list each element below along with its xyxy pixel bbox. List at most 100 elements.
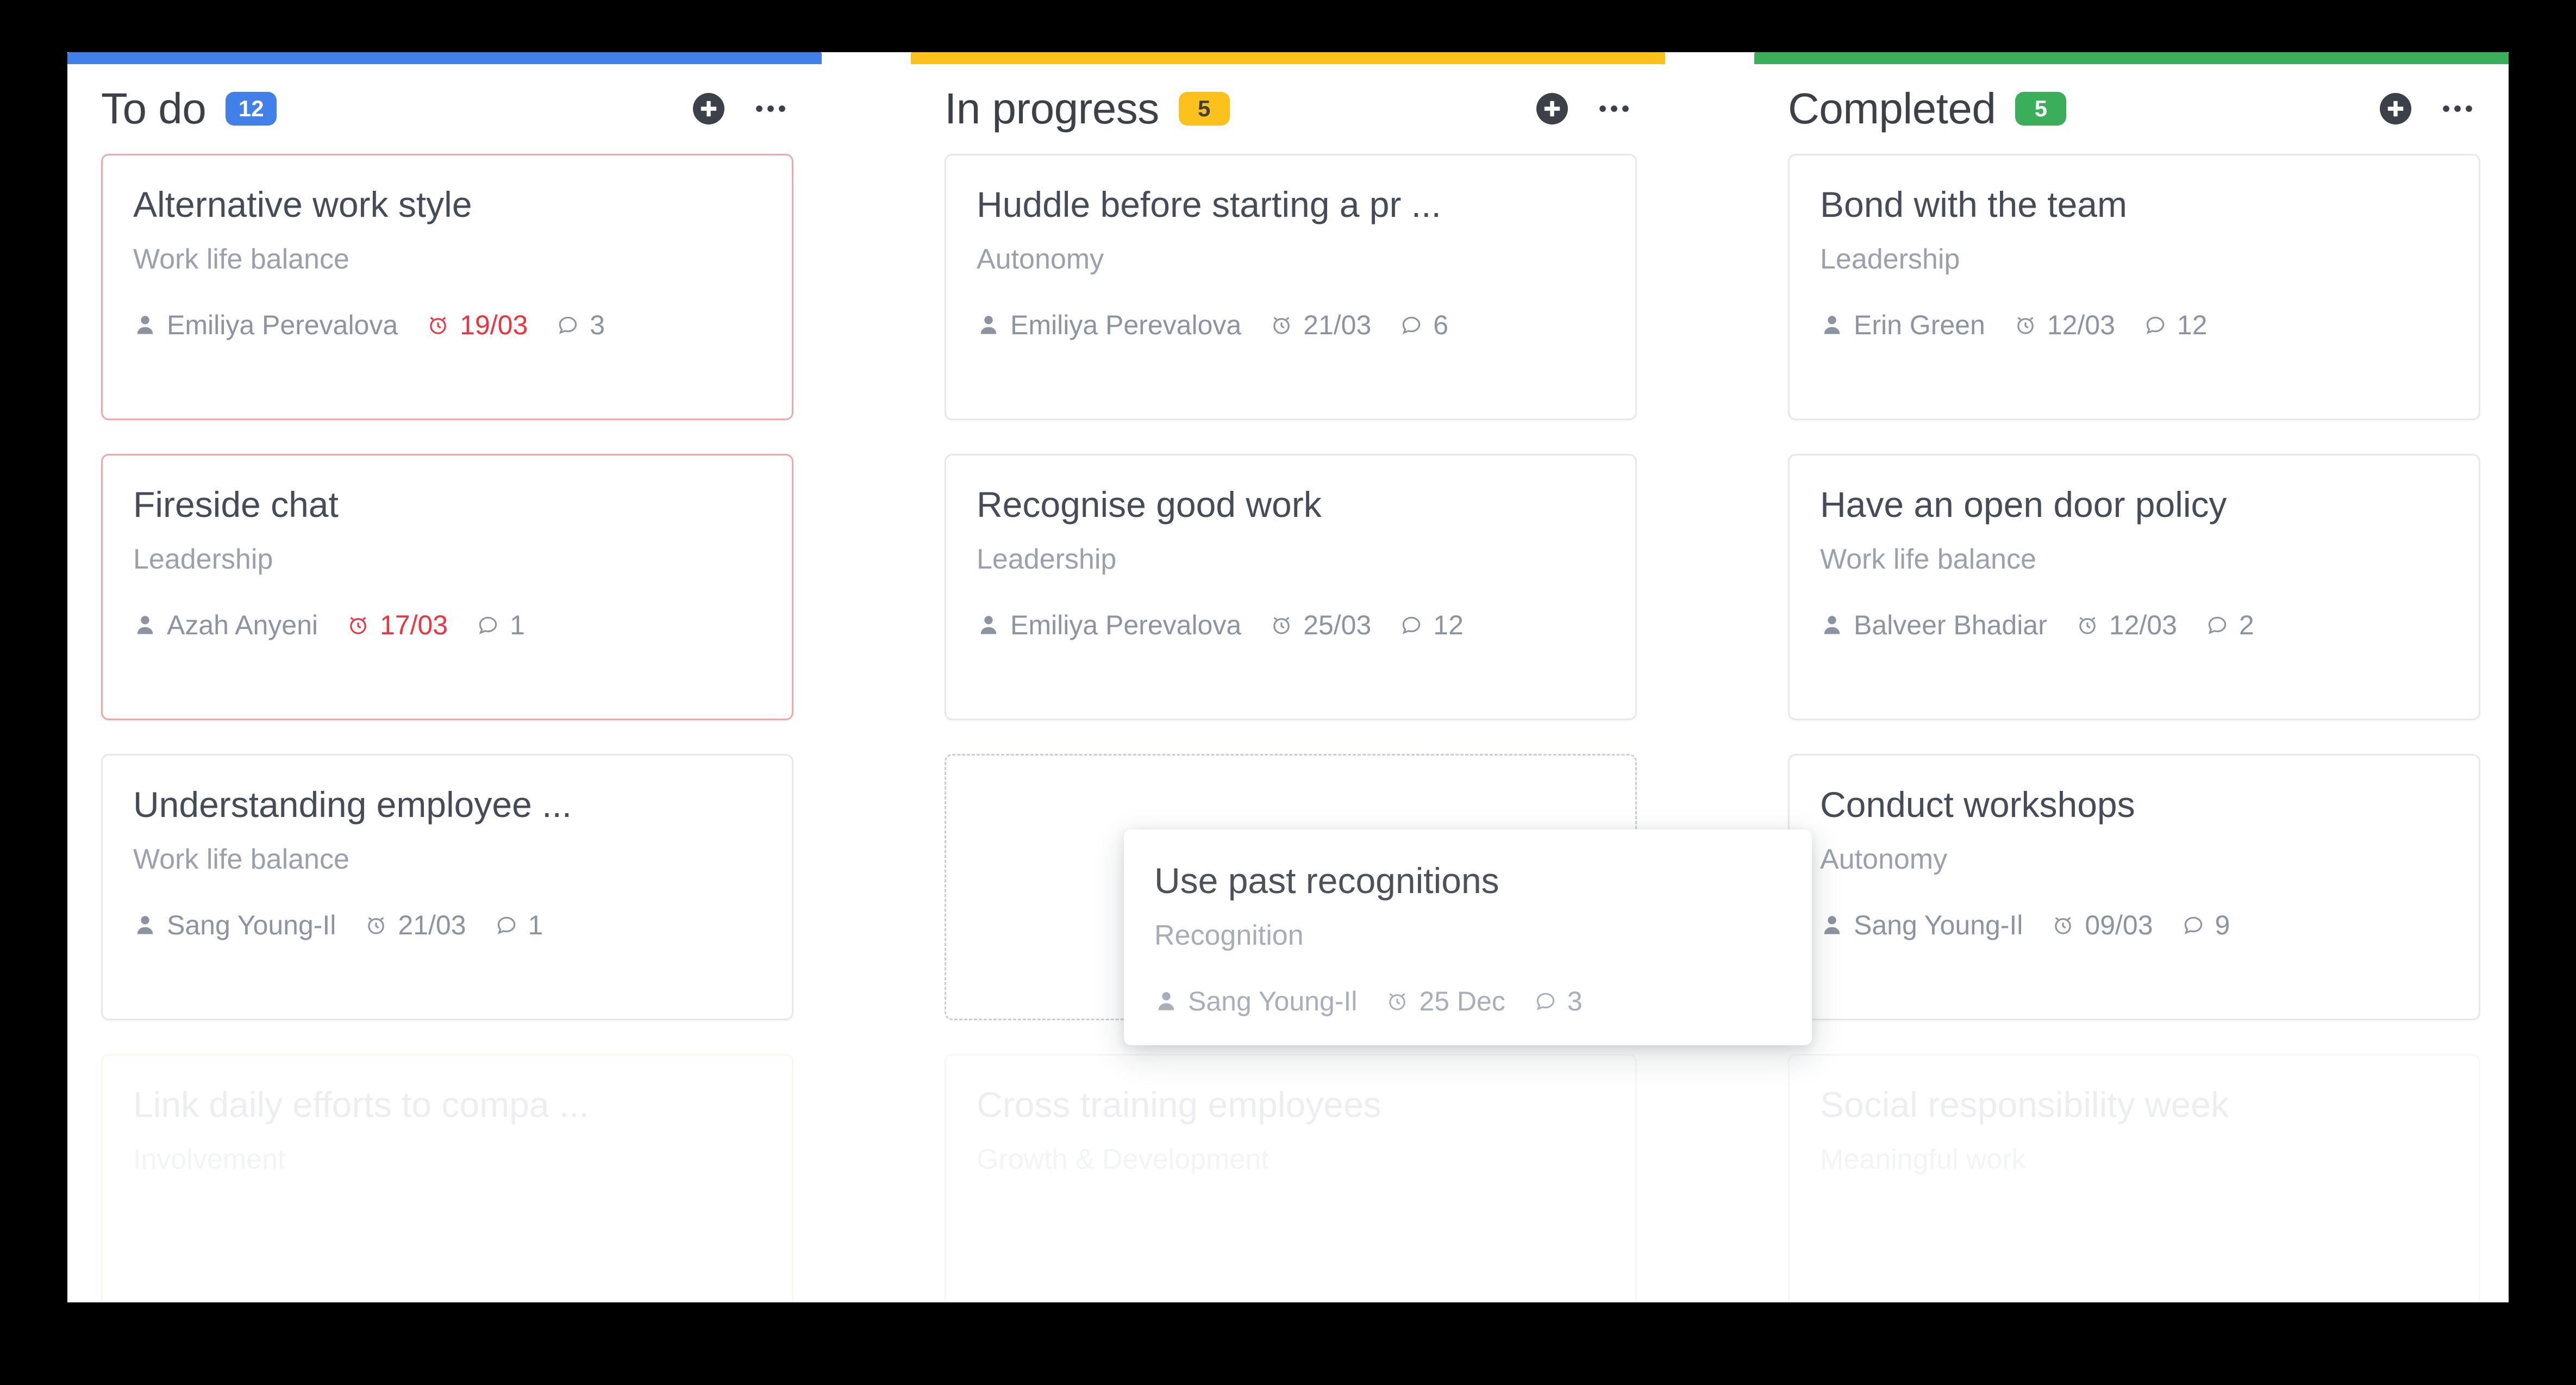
alarm-clock-icon [364,913,388,937]
card-title: Alternative work style [133,184,472,225]
alarm-clock-icon [1385,989,1409,1013]
task-card[interactable]: Fireside chat Leadership Azah Anyeni 17/03 1 [101,454,793,721]
card-category: Involvement [133,1143,286,1175]
card-category: Growth & Development [977,1143,1269,1175]
card-comments: 3 [1534,985,1583,1017]
person-icon [1820,313,1844,337]
card-assignee: Emiliya Perevalova [977,609,1241,641]
column-title: To do [101,84,207,133]
card-title: Link daily efforts to compa ... [133,1084,589,1125]
card-title: Have an open door policy [1820,484,2227,525]
comment-count: 6 [1433,309,1449,340]
due-date: 19/03 [460,309,528,340]
dragged-card[interactable]: Use past recognitions Recognition Sang Y… [1124,829,1812,1045]
task-card[interactable]: Understanding employee ... Work life bala… [101,754,793,1021]
task-card[interactable]: Recognise good work Leadership Emiliya Per… [945,454,1637,721]
card-category: Work life balance [1820,543,2036,575]
card-due: 25 Dec [1385,985,1505,1017]
person-icon [977,313,1001,337]
card-title: Use past recognitions [1154,860,1499,901]
more-horizontal-icon[interactable] [2434,85,2481,133]
comment-bubble-icon [556,313,580,337]
column-count-badge: 5 [2015,92,2067,126]
person-icon [977,613,1001,637]
card-meta: Emiliya Perevalova 21/03 6 [977,309,1605,341]
task-card[interactable]: Social responsibility week Meaningful wor… [1788,1054,2480,1302]
card-title: Fireside chat [133,484,339,525]
task-card[interactable]: Huddle before starting a pr ... Autonomy E… [945,154,1637,421]
plus-circle-icon[interactable] [685,85,733,133]
card-category: Leadership [1820,243,1960,275]
card-comments: 3 [556,309,605,341]
card-meta: Emiliya Perevalova 19/03 3 [133,309,761,341]
comment-bubble-icon [476,613,500,637]
card-category: Work life balance [133,243,349,275]
column-header: Completed 5 [1754,64,2509,154]
card-due: 12/03 [2075,609,2177,641]
card-meta: Sang Young-Il 25 Dec 3 [1154,985,1781,1017]
card-assignee: Sang Young-Il [1820,909,2023,941]
card-due: 21/03 [364,909,466,941]
card-due: 17/03 [346,609,448,641]
person-icon [133,913,157,937]
card-title: Conduct workshops [1820,784,2135,825]
card-category: Recognition [1154,919,1304,951]
task-card[interactable]: Conduct workshops Autonomy Sang Young-Il 09… [1788,754,2480,1021]
due-date: 21/03 [398,909,466,940]
alarm-clock-icon [1270,613,1293,637]
column-accent-bar [67,52,822,64]
card-assignee: Azah Anyeni [133,609,318,641]
column-accent-bar [1754,52,2509,64]
plus-circle-icon[interactable] [2372,85,2419,133]
card-title: Huddle before starting a pr ... [977,184,1441,225]
due-date: 12/03 [2109,609,2177,640]
task-card[interactable]: Cross training employees Growth & Develop… [945,1054,1637,1302]
card-title: Recognise good work [977,484,1322,525]
card-comments: 12 [2143,309,2208,341]
kanban-board: To do 12 Alternative work style Work life b… [67,52,2509,1302]
comment-bubble-icon [495,913,518,937]
card-comments: 6 [1399,309,1448,341]
more-horizontal-icon[interactable] [1590,85,1638,133]
task-card[interactable]: Alternative work style Work life balance E… [101,154,793,421]
card-category: Leadership [133,543,273,575]
card-due: 12/03 [2014,309,2115,341]
card-meta: Emiliya Perevalova 25/03 12 [977,609,1605,641]
due-date: 12/03 [2047,309,2115,340]
assignee-name: Emiliya Perevalova [167,309,398,340]
due-date: 09/03 [2085,909,2153,940]
card-title: Understanding employee ... [133,784,572,825]
task-card[interactable]: Have an open door policy Work life balanc… [1788,454,2480,721]
assignee-name: Sang Young-Il [1854,909,2023,940]
due-date: 25/03 [1303,609,1372,640]
kanban-column-todo: To do 12 Alternative work style Work life b… [67,52,822,1302]
person-icon [133,613,157,637]
card-assignee: Sang Young-Il [133,909,336,941]
card-category: Autonomy [977,243,1104,275]
column-card-list: Alternative work style Work life balance E… [67,154,822,1302]
assignee-name: Sang Young-Il [1188,985,1358,1016]
column-card-list: Huddle before starting a pr ... Autonomy E… [911,154,1665,1302]
card-category: Meaningful work [1820,1143,2026,1175]
task-card[interactable]: Bond with the team Leadership Erin Green 12… [1788,154,2480,421]
comment-count: 3 [590,309,605,340]
plus-circle-icon[interactable] [1528,85,1576,133]
card-assignee: Erin Green [1820,309,1985,341]
card-assignee: Emiliya Perevalova [977,309,1241,341]
card-assignee: Emiliya Perevalova [133,309,398,341]
comment-count: 12 [2177,309,2208,340]
card-category: Work life balance [133,843,349,875]
alarm-clock-icon [2075,613,2099,637]
alarm-clock-icon [2051,913,2075,937]
alarm-clock-icon [1270,313,1293,337]
comment-bubble-icon [2181,913,2205,937]
task-card[interactable]: Link daily efforts to compa ... Involveme… [101,1054,793,1302]
card-meta: Azah Anyeni 17/03 1 [133,609,761,641]
comment-bubble-icon [2143,313,2167,337]
more-horizontal-icon[interactable] [747,85,795,133]
card-meta: Balveer Bhadiar 12/03 2 [1820,609,2448,641]
column-card-list: Bond with the team Leadership Erin Green 12… [1754,154,2509,1302]
card-meta: Sang Young-Il 21/03 1 [133,909,761,941]
card-due: 19/03 [426,309,528,341]
column-count-badge: 12 [226,92,277,126]
